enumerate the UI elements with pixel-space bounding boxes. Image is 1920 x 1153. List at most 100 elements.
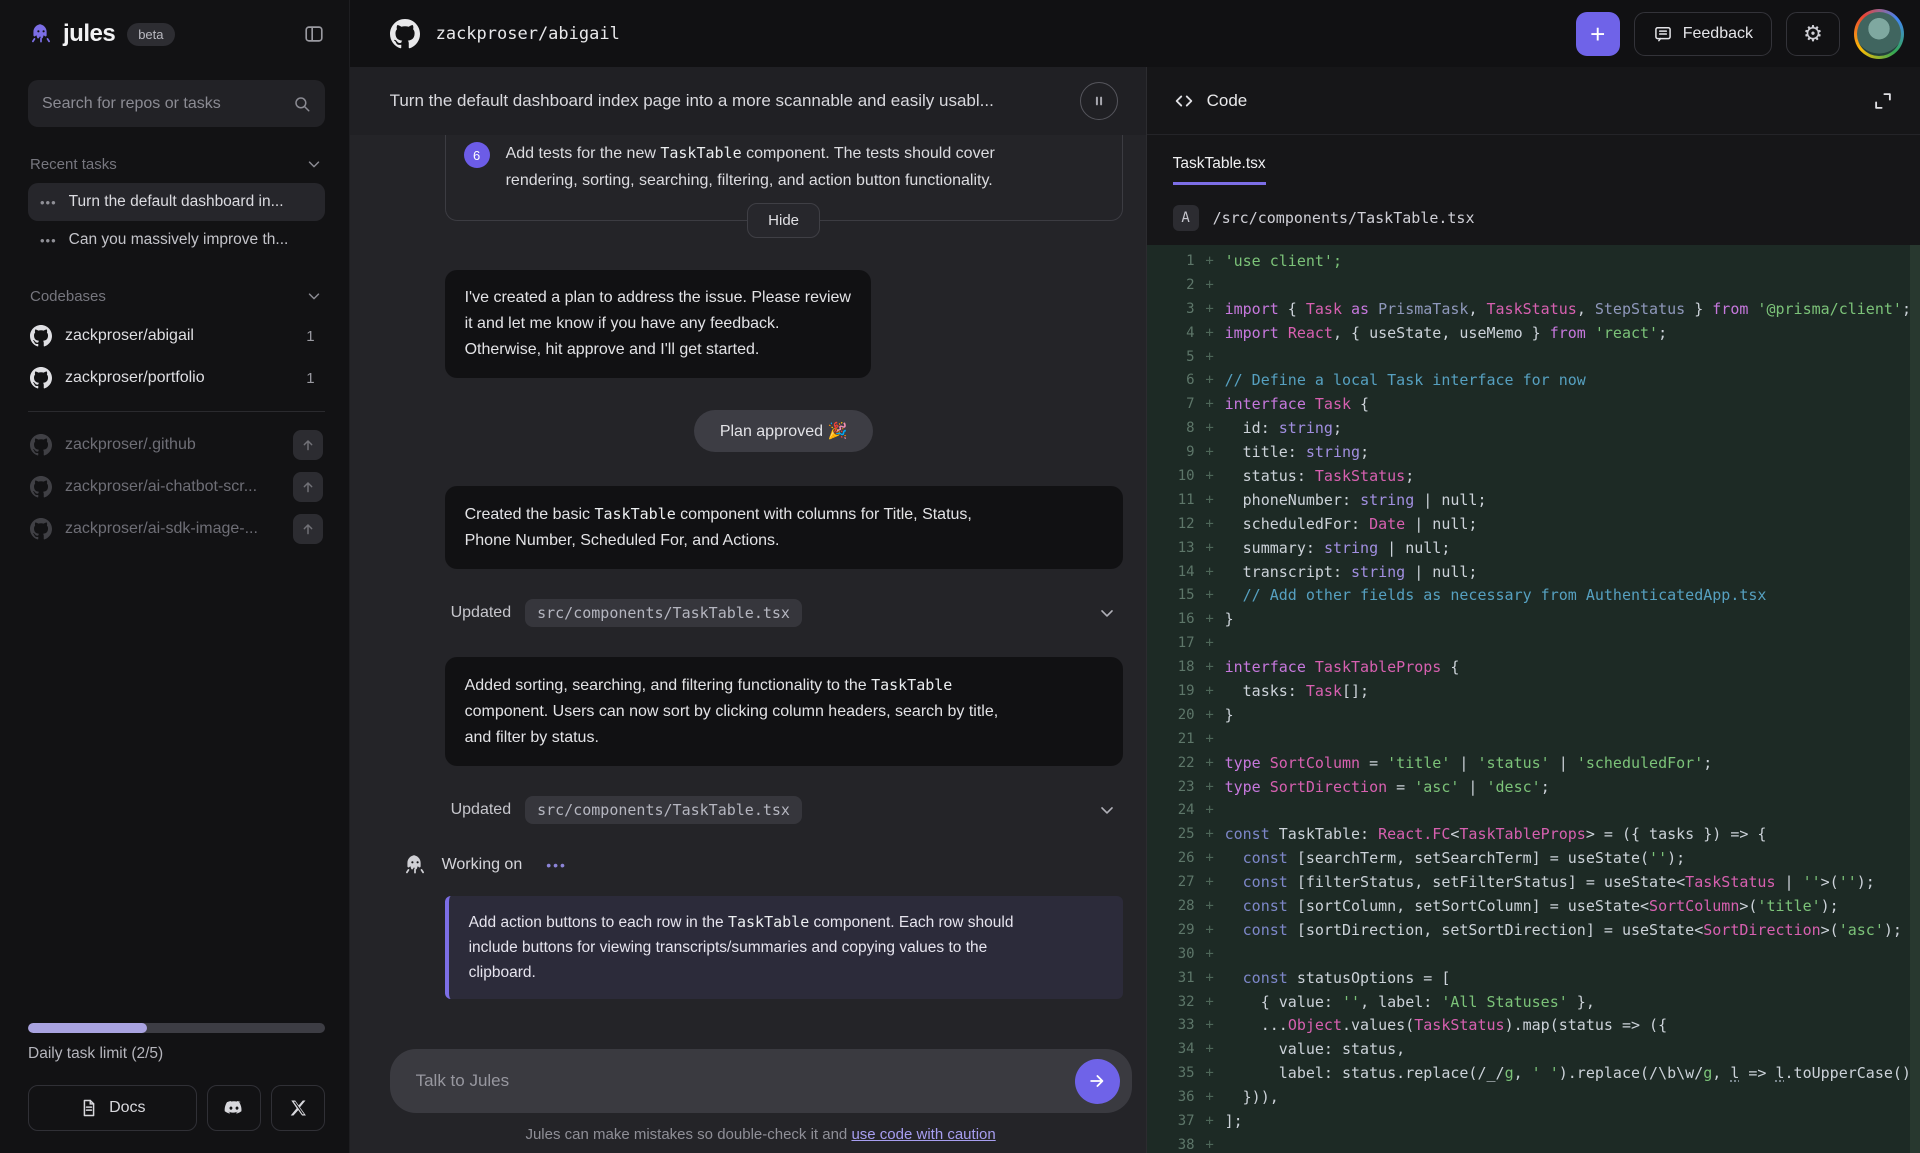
plan-step-item: 6 Add tests for the new TaskTable compon… (464, 140, 1118, 194)
code-line: 21+ (1157, 727, 1920, 751)
disclaimer-static-text: Jules can make mistakes so double-check … (525, 1126, 851, 1143)
code-line: 33+ ...Object.values(TaskStatus).map(sta… (1157, 1014, 1920, 1038)
message-text: component with columns for Title, Status… (676, 506, 972, 523)
current-repo-title: zackproser/abigail (390, 19, 620, 49)
feedback-button-label: Feedback (1683, 25, 1753, 43)
chat-message-stream[interactable]: 6 Add tests for the new TaskTable compon… (350, 135, 1146, 1043)
app-logo-text: jules (63, 20, 115, 48)
code-line: 9+ title: string; (1157, 440, 1920, 464)
pause-icon (1089, 91, 1109, 111)
updated-file-chip[interactable]: src/components/TaskTable.tsx (525, 796, 802, 824)
search-input[interactable] (42, 95, 293, 113)
code-line: 38+ (1157, 1133, 1920, 1153)
code-panel: Code TaskTable.tsx A /src/components/Tas… (1146, 67, 1920, 1153)
updated-file-chip[interactable]: src/components/TaskTable.tsx (525, 599, 802, 627)
file-update-row[interactable]: Updated src/components/TaskTable.tsx (445, 599, 1123, 627)
recent-task-item[interactable]: •••Turn the default dashboard in... (28, 183, 325, 221)
code-diff-view[interactable]: 1+'use client';2+3+import { Task as Pris… (1147, 245, 1920, 1153)
plan-step-text: Add tests for the new TaskTable componen… (506, 140, 995, 194)
message-text: component. The tests should cover (742, 145, 995, 162)
recent-tasks-list: •••Turn the default dashboard in...•••Ca… (28, 183, 325, 259)
inline-code: TaskTable (871, 676, 952, 694)
document-icon (79, 1098, 99, 1118)
agent-message-plan-review: I've created a plan to address the issue… (445, 270, 871, 378)
code-line: 25+const TaskTable: React.FC<TaskTablePr… (1157, 822, 1920, 846)
sidebar-collapse-icon[interactable] (303, 23, 325, 45)
docs-button[interactable]: Docs (28, 1085, 197, 1131)
chat-panel: Turn the default dashboard index page in… (350, 67, 1146, 1153)
chevron-down-icon (305, 287, 323, 305)
code-line: 20+} (1157, 703, 1920, 727)
up-arrow-icon (300, 521, 316, 537)
user-avatar[interactable] (1854, 9, 1904, 59)
publish-repo-button[interactable] (293, 472, 323, 502)
publish-repo-button[interactable] (293, 514, 323, 544)
disclaimer-text: Jules can make mistakes so double-check … (390, 1126, 1132, 1143)
send-button[interactable] (1075, 1059, 1120, 1104)
working-status-row: Working on ••• (402, 852, 1123, 878)
sidebar: jules beta Recent tasks •••Turn the defa… (0, 0, 350, 1153)
agent-message-created-component: Created the basic TaskTable component wi… (445, 486, 1123, 569)
up-arrow-icon (300, 437, 316, 453)
repo-name-text: zackproser/abigail (436, 24, 620, 44)
recent-tasks-header[interactable]: Recent tasks (30, 155, 323, 173)
codebase-name: zackproser/.github (65, 436, 196, 454)
chat-input[interactable] (416, 1071, 1075, 1091)
discord-button[interactable] (207, 1085, 261, 1131)
spacer (445, 627, 1123, 657)
code-line: 23+type SortDirection = 'asc' | 'desc'; (1157, 775, 1920, 799)
discord-icon (223, 1097, 245, 1119)
codebase-task-count: 1 (306, 370, 322, 387)
code-line: 22+type SortColumn = 'title' | 'status' … (1157, 751, 1920, 775)
recent-task-label: Can you massively improve th... (69, 231, 289, 249)
feedback-button[interactable]: Feedback (1634, 12, 1772, 56)
plan-approved-pill[interactable]: Plan approved 🎉 (694, 410, 874, 452)
task-limit-label: Daily task limit (2/5) (28, 1045, 325, 1063)
x-logo-icon (288, 1098, 308, 1118)
code-line: 16+} (1157, 607, 1920, 631)
code-line: 12+ scheduledFor: Date | null; (1157, 512, 1920, 536)
sidebar-header: jules beta (28, 14, 325, 54)
code-scrollbar[interactable] (1910, 245, 1920, 1153)
github-icon (30, 518, 52, 540)
tab-tasktable-tsx[interactable]: TaskTable.tsx (1173, 155, 1266, 185)
expand-fullscreen-icon[interactable] (1872, 90, 1894, 112)
plan-step-number: 6 (464, 142, 490, 168)
settings-button[interactable]: ⚙ (1786, 12, 1840, 56)
code-line: 24+ (1157, 798, 1920, 822)
codebase-item[interactable]: zackproser/ai-sdk-image-... (28, 508, 325, 550)
codebases-header[interactable]: Codebases (30, 287, 323, 305)
code-tab-bar: TaskTable.tsx (1147, 135, 1920, 185)
new-task-button[interactable]: + (1576, 12, 1620, 56)
code-line: 2+ (1157, 273, 1920, 297)
codebases-secondary-list: zackproser/.github zackproser/ai-chatbot-… (28, 424, 325, 550)
recent-task-label: Turn the default dashboard in... (69, 193, 284, 211)
chat-input-area: Jules can make mistakes so double-check … (350, 1043, 1146, 1153)
codebase-item[interactable]: zackproser/ai-chatbot-scr... (28, 466, 325, 508)
code-line: 8+ id: string; (1157, 416, 1920, 440)
spacer (445, 238, 1123, 270)
publish-repo-button[interactable] (293, 430, 323, 460)
chevron-down-icon[interactable] (1097, 603, 1117, 623)
x-twitter-button[interactable] (271, 1085, 325, 1131)
code-line: 6+// Define a local Task interface for n… (1157, 368, 1920, 392)
file-update-row[interactable]: Updated src/components/TaskTable.tsx (445, 796, 1123, 824)
chat-input-container (390, 1049, 1132, 1113)
hide-plan-button[interactable]: Hide (747, 203, 820, 238)
codebase-item[interactable]: zackproser/abigail1 (28, 315, 325, 357)
agent-message-added-sorting: Added sorting, searching, and filtering … (445, 657, 1123, 766)
recent-task-item[interactable]: •••Can you massively improve th... (28, 221, 325, 259)
github-icon (390, 19, 420, 49)
use-code-with-caution-link[interactable]: use code with caution (851, 1126, 995, 1143)
task-title: Turn the default dashboard index page in… (390, 91, 994, 111)
codebase-item[interactable]: zackproser/.github (28, 424, 325, 466)
code-line: 35+ label: status.replace(/_/g, ' ').rep… (1157, 1061, 1920, 1085)
code-line: 19+ tasks: Task[]; (1157, 679, 1920, 703)
codebase-item[interactable]: zackproser/portfolio1 (28, 357, 325, 399)
inline-code: TaskTable (594, 505, 675, 523)
pause-task-button[interactable] (1080, 82, 1118, 120)
gear-icon: ⚙ (1803, 21, 1823, 47)
chevron-down-icon[interactable] (1097, 800, 1117, 820)
code-lines-container: 1+'use client';2+3+import { Task as Pris… (1157, 249, 1920, 1153)
file-path-text: /src/components/TaskTable.tsx (1213, 209, 1475, 227)
